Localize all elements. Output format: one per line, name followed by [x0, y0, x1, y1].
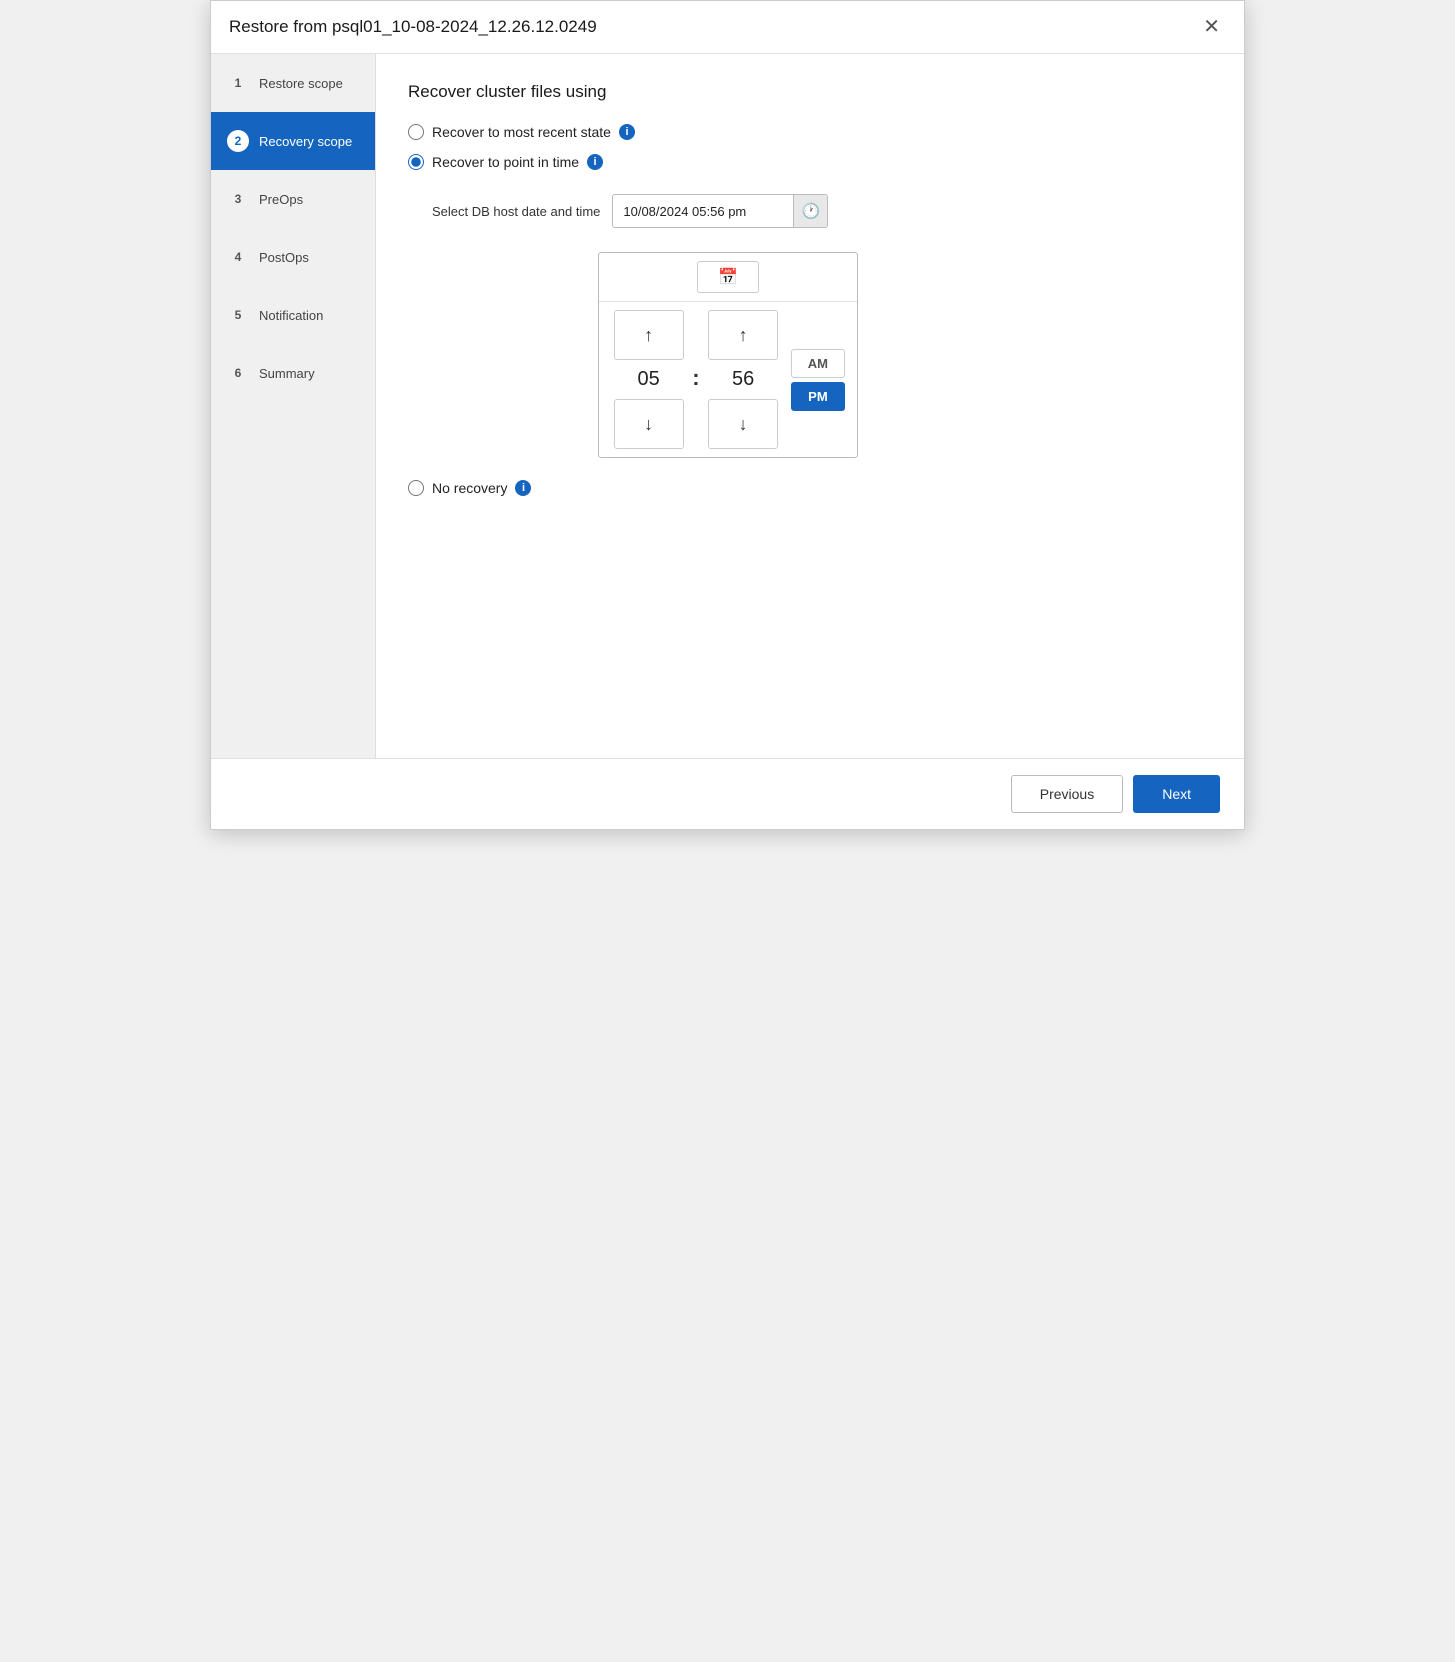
section-title: Recover cluster files using	[408, 82, 1212, 102]
sidebar-item-label-4: PostOps	[259, 250, 309, 265]
hour-col: ↑ 05 ↓	[611, 310, 686, 449]
dialog-title: Restore from psql01_10-08-2024_12.26.12.…	[229, 17, 597, 37]
clock-button[interactable]: 🕐	[793, 195, 827, 227]
hour-down-button[interactable]: ↓	[614, 399, 684, 449]
info-icon-point-in-time[interactable]: i	[587, 154, 603, 170]
dialog-body: 1 Restore scope 2 Recovery scope 3 PreOp…	[211, 54, 1244, 758]
info-icon-no-recovery[interactable]: i	[515, 480, 531, 496]
close-button[interactable]: ✕	[1197, 15, 1226, 39]
step-number-5: 5	[227, 304, 249, 326]
date-time-input[interactable]	[613, 198, 793, 225]
sidebar-item-summary[interactable]: 6 Summary	[211, 344, 375, 402]
radio-group: Recover to most recent state i Recover t…	[408, 124, 1212, 496]
date-time-label: Select DB host date and time	[432, 204, 600, 219]
radio-most-recent-label: Recover to most recent state	[432, 124, 611, 140]
step-number-2: 2	[227, 130, 249, 152]
step-number-6: 6	[227, 362, 249, 384]
sidebar-item-label-2: Recovery scope	[259, 134, 352, 149]
step-number-1: 1	[227, 72, 249, 94]
radio-no-recovery[interactable]	[408, 480, 424, 496]
next-button[interactable]: Next	[1133, 775, 1220, 813]
ampm-col: AM PM	[791, 349, 845, 411]
sidebar-item-label-6: Summary	[259, 366, 315, 381]
sidebar-item-label-5: Notification	[259, 308, 323, 323]
date-time-input-wrapper: 🕐	[612, 194, 828, 228]
time-colon: :	[686, 365, 705, 395]
sidebar-item-preops[interactable]: 3 PreOps	[211, 170, 375, 228]
am-button[interactable]: AM	[791, 349, 845, 378]
sidebar-item-label-3: PreOps	[259, 192, 303, 207]
hour-up-button[interactable]: ↑	[614, 310, 684, 360]
option-no-recovery[interactable]: No recovery i	[408, 480, 1212, 496]
sidebar-item-recovery-scope[interactable]: 2 Recovery scope	[211, 112, 375, 170]
arrow-up-icon-min: ↑	[739, 325, 748, 346]
pm-button[interactable]: PM	[791, 382, 845, 411]
arrow-down-icon-min: ↓	[739, 414, 748, 435]
minute-col: ↑ 56 ↓	[706, 310, 781, 449]
dialog-footer: Previous Next	[211, 758, 1244, 829]
option-most-recent[interactable]: Recover to most recent state i	[408, 124, 1212, 140]
arrow-up-icon: ↑	[644, 325, 653, 346]
sidebar-item-notification[interactable]: 5 Notification	[211, 286, 375, 344]
time-picker-controls: ↑ 05 ↓ : ↑ 5	[599, 302, 857, 457]
previous-button[interactable]: Previous	[1011, 775, 1123, 813]
date-time-row: Select DB host date and time 🕐	[432, 194, 1212, 228]
info-icon-most-recent[interactable]: i	[619, 124, 635, 140]
radio-point-in-time-label: Recover to point in time	[432, 154, 579, 170]
dialog: Restore from psql01_10-08-2024_12.26.12.…	[210, 0, 1245, 830]
calendar-icon: 📅	[718, 269, 738, 286]
calendar-button[interactable]: 📅	[697, 261, 759, 293]
sidebar-item-restore-scope[interactable]: 1 Restore scope	[211, 54, 375, 112]
hour-value: 05	[629, 364, 669, 395]
sidebar-item-label-1: Restore scope	[259, 76, 343, 91]
clock-icon: 🕐	[802, 202, 821, 220]
minute-up-button[interactable]: ↑	[708, 310, 778, 360]
time-picker: 📅 ↑ 05 ↓	[598, 252, 858, 458]
step-number-4: 4	[227, 246, 249, 268]
option-point-in-time[interactable]: Recover to point in time i	[408, 154, 1212, 170]
time-picker-calendar-row: 📅	[599, 253, 857, 302]
radio-most-recent[interactable]	[408, 124, 424, 140]
arrow-down-icon: ↓	[644, 414, 653, 435]
sidebar: 1 Restore scope 2 Recovery scope 3 PreOp…	[211, 54, 376, 758]
minute-value: 56	[723, 364, 763, 395]
radio-point-in-time[interactable]	[408, 154, 424, 170]
minute-down-button[interactable]: ↓	[708, 399, 778, 449]
sidebar-item-postops[interactable]: 4 PostOps	[211, 228, 375, 286]
main-content: Recover cluster files using Recover to m…	[376, 54, 1244, 758]
radio-no-recovery-label: No recovery	[432, 480, 507, 496]
step-number-3: 3	[227, 188, 249, 210]
titlebar: Restore from psql01_10-08-2024_12.26.12.…	[211, 1, 1244, 54]
